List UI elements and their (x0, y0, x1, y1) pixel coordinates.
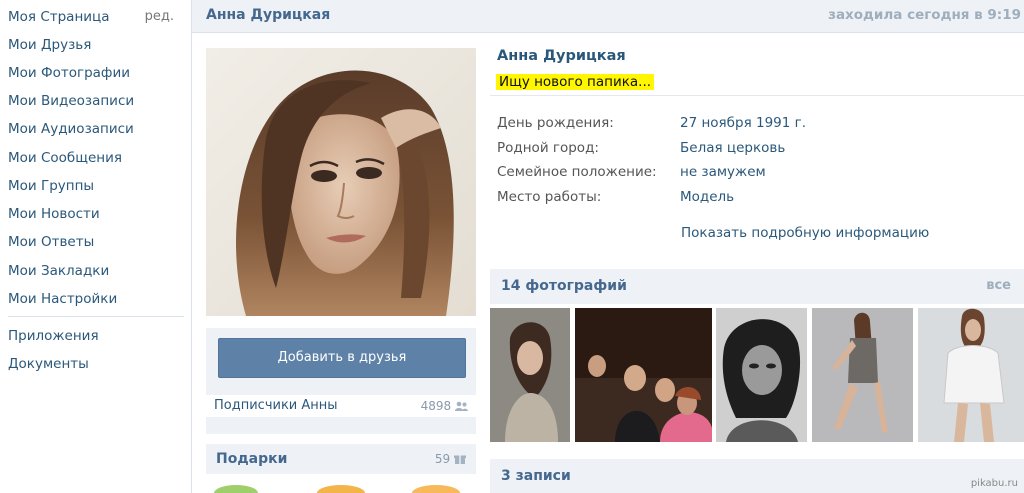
gifts-count-wrap: 59 (435, 452, 466, 466)
status-ellipsis: ... (638, 74, 652, 90)
status-text-wrap[interactable]: Ищу нового папика... (496, 74, 655, 90)
profile-page: Анна Дурицкая заходила сегодня в 9:19 До… (191, 0, 1024, 493)
info-value-link[interactable]: Белая церковь (680, 140, 785, 156)
page-header: Анна Дурицкая заходила сегодня в 9:19 (192, 0, 1024, 33)
status-line: Ищу нового папика... (490, 71, 1024, 96)
photo-thumbnail[interactable] (918, 308, 1024, 442)
nav-documents[interactable]: Документы (8, 352, 184, 376)
edit-link[interactable]: ред. (145, 5, 174, 29)
nav-my-page-label: Моя Страница (8, 9, 110, 25)
nav-my-messages[interactable]: Мои Сообщения (8, 146, 184, 170)
nav-my-groups[interactable]: Мои Группы (8, 174, 184, 198)
gift-icon (454, 455, 466, 464)
left-navigation: Моя Страница ред. Мои Друзья Мои Фотогра… (0, 0, 190, 493)
followers-label: Подписчики Анны (214, 398, 338, 413)
info-value-link[interactable]: Модель (680, 189, 734, 205)
gifts-title: Подарки (216, 451, 288, 467)
last-seen-status: заходила сегодня в 9:19 (828, 7, 1021, 23)
info-row-birthday: День рождения: 27 ноября 1991 г. (497, 115, 1017, 139)
info-value-link[interactable]: не замужем (680, 164, 766, 180)
profile-actions: Добавить в друзья Подписчики Анны 4898 (206, 328, 476, 434)
followers-count: 4898 (420, 399, 452, 413)
nav-divider (8, 316, 184, 317)
gift-thumbnails[interactable] (206, 481, 476, 493)
followers-row[interactable]: Подписчики Анны 4898 (206, 395, 476, 417)
photo-thumbnail[interactable] (575, 308, 712, 442)
page-title: Анна Дурицкая (206, 7, 331, 23)
photos-title: 14 фотографий (501, 278, 627, 294)
info-value-link[interactable]: 27 ноября 1991 г. (680, 115, 806, 131)
nav-my-audio[interactable]: Мои Аудиозаписи (8, 117, 184, 141)
posts-header[interactable]: 3 записи (490, 459, 1024, 493)
info-row-hometown: Родной город: Белая церковь (497, 140, 1017, 164)
info-key: Родной город: (497, 140, 599, 156)
posts-title: 3 записи (501, 468, 571, 484)
profile-avatar[interactable] (206, 48, 476, 316)
nav-my-videos[interactable]: Мои Видеозаписи (8, 89, 184, 113)
nav-my-settings[interactable]: Мои Настройки (8, 287, 184, 311)
gifts-count: 59 (434, 452, 451, 466)
info-row-workplace: Место работы: Модель (497, 189, 1017, 213)
nav-applications[interactable]: Приложения (8, 324, 184, 348)
info-row-relationship: Семейное положение: не замужем (497, 164, 1017, 188)
photo-thumbnail[interactable] (716, 308, 807, 442)
photos-all-link[interactable]: все (986, 278, 1011, 293)
add-friend-button[interactable]: Добавить в друзья (218, 338, 466, 378)
nav-my-friends[interactable]: Мои Друзья (8, 33, 184, 57)
status-text: Ищу нового папика (499, 74, 639, 90)
nav-my-news[interactable]: Мои Новости (8, 202, 184, 226)
nav-my-page[interactable]: Моя Страница ред. (8, 5, 184, 29)
profile-name: Анна Дурицкая (497, 48, 626, 64)
info-key: Семейное положение: (497, 164, 657, 180)
nav-my-answers[interactable]: Мои Ответы (8, 230, 184, 254)
gifts-header[interactable]: Подарки 59 (206, 444, 476, 474)
nav-my-bookmarks[interactable]: Мои Закладки (8, 259, 184, 283)
followers-count-wrap: 4898 (421, 395, 468, 417)
info-key: День рождения: (497, 115, 614, 131)
people-icon (455, 401, 468, 411)
nav-my-photos[interactable]: Мои Фотографии (8, 61, 184, 85)
photo-thumbnail[interactable] (490, 308, 570, 442)
info-key: Место работы: (497, 189, 602, 205)
watermark: pikabu.ru (970, 478, 1018, 489)
photo-strip (490, 308, 1024, 442)
profile-left-column: Добавить в друзья Подписчики Анны 4898 П… (206, 48, 476, 493)
photo-thumbnail[interactable] (812, 308, 913, 442)
photos-header[interactable]: 14 фотографий все (490, 269, 1024, 304)
show-more-info-link[interactable]: Показать подробную информацию (681, 225, 929, 241)
